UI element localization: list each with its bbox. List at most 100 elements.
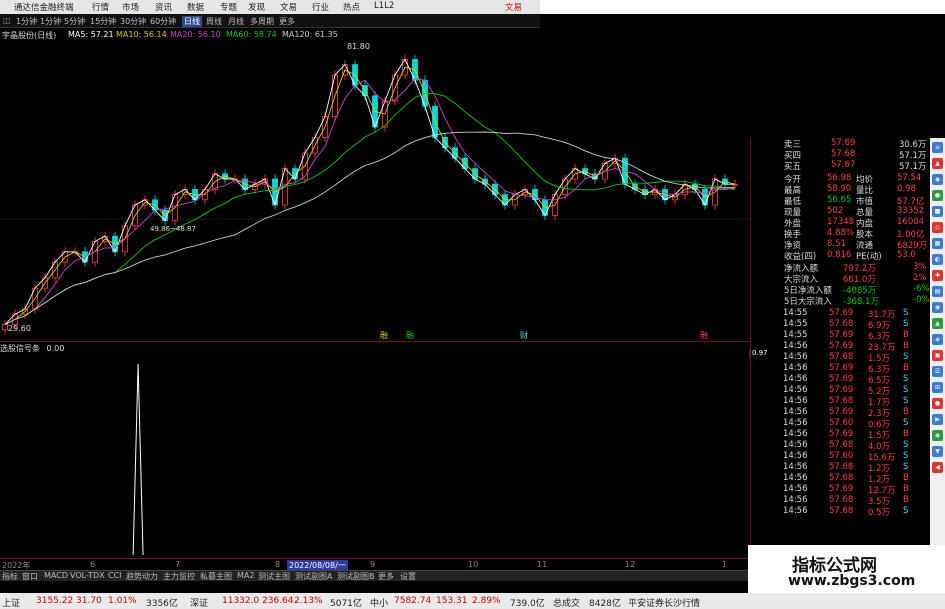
tool-icon[interactable]: ◈ [932, 334, 943, 345]
menu-item-5[interactable]: 发现 [248, 1, 265, 13]
flow-pct: 2% [913, 273, 927, 283]
tool-icon[interactable]: ■ [932, 206, 943, 217]
tool-icon[interactable]: ● [932, 190, 943, 201]
index-zx-amt: 739.0亿 [510, 599, 545, 609]
tool-icon[interactable]: ◇ [932, 222, 943, 233]
tick-price: 57.68 [829, 440, 854, 450]
tool-icon[interactable]: ● [932, 398, 943, 409]
tab-cci[interactable]: CCI [108, 571, 122, 580]
menu-item-4[interactable]: 专题 [220, 1, 237, 13]
signal-indicator-chart[interactable]: 0.900.800.700.600.500.400.300.200.10 [0, 341, 750, 561]
tool-icon[interactable]: ▤ [932, 286, 943, 297]
tick-price: 57.68 [829, 319, 854, 329]
tool-icon[interactable]: ◆ [932, 174, 943, 185]
chart-type-icon[interactable]: ◫ [3, 16, 11, 25]
menu-item-8[interactable]: 热点 [343, 1, 360, 13]
period-1min[interactable]: 1分钟 [16, 16, 37, 27]
tick-row: 14:56 57.69 6.5万 S [751, 374, 931, 386]
tab-test-main[interactable]: 测试主图 [258, 571, 290, 582]
index-sh-label[interactable]: 上证 [2, 596, 20, 609]
flow-row: 5日净流入额 -4085万 -6% [751, 284, 931, 296]
tab-window[interactable]: 窗口 [22, 571, 38, 582]
stat-row: 净资 8.51 流通 6829万 [751, 239, 931, 251]
tick-row: 14:56 57.69 6.3万 B [751, 363, 931, 375]
menu-item-0[interactable]: 行情 [92, 1, 109, 13]
index-sz-pct: 2.13% [294, 596, 323, 606]
tab-test-b[interactable]: 测试副图B [337, 571, 375, 582]
tab-macd[interactable]: MACD [44, 571, 68, 580]
tick-side: S [903, 418, 909, 428]
period-month[interactable]: 月线 [228, 16, 244, 27]
tool-icon[interactable]: ◉ [932, 302, 943, 313]
tab-ma2[interactable]: MA2 [237, 571, 254, 580]
period-week[interactable]: 周线 [206, 16, 222, 27]
tick-time: 14:55 [783, 319, 808, 329]
kline-chart[interactable]: 融融财融 60.0055.0050.0045.0040.0035.0030.00… [0, 41, 750, 341]
tick-time: 14:56 [783, 462, 808, 472]
period-multi[interactable]: 多周期 [250, 16, 274, 27]
menu-item-7[interactable]: 行业 [312, 1, 329, 13]
menu-item-1[interactable]: 市场 [122, 1, 139, 13]
period-1min-b[interactable]: 1分钟 [40, 16, 61, 27]
tab-main-monitor[interactable]: 主力监控 [163, 571, 195, 582]
date-label: 12 [625, 560, 636, 569]
event-marker[interactable]: 融 [700, 330, 708, 340]
tool-icon[interactable]: ▲ [932, 318, 943, 329]
tick-row: 14:55 57.69 31.7万 S [751, 308, 931, 320]
tool-icon[interactable]: ◐ [932, 254, 943, 265]
ma-line [4, 66, 736, 325]
tick-price: 57.69 [829, 374, 854, 384]
tool-icon[interactable]: ☰ [932, 366, 943, 377]
event-marker[interactable]: 财 [520, 330, 528, 340]
period-5min[interactable]: 5分钟 [64, 16, 85, 27]
signal-spike [132, 363, 144, 556]
menu-item-6[interactable]: 文易 [280, 1, 297, 13]
menu-item-2[interactable]: 资讯 [155, 1, 172, 13]
period-60min[interactable]: 60分钟 [150, 16, 176, 27]
period-30min[interactable]: 30分钟 [120, 16, 146, 27]
menu-item-9[interactable]: L1L2 [374, 1, 394, 11]
tab-settings[interactable]: 设置 [400, 571, 416, 582]
tool-icon[interactable]: ▲ [932, 158, 943, 169]
tick-time: 14:56 [783, 407, 808, 417]
tick-row: 14:56 57.68 4.0万 S [751, 440, 931, 452]
tick-row: 14:56 57.68 1.2万 B [751, 473, 931, 485]
tick-price: 57.68 [829, 352, 854, 362]
tab-trend[interactable]: 趋势动力 [126, 571, 158, 582]
tool-icon[interactable]: ◀ [932, 462, 943, 473]
tab-indicator[interactable]: 指标 [2, 571, 18, 582]
date-label: 9 [370, 560, 376, 569]
tool-icon[interactable]: ▣ [932, 350, 943, 361]
index-sz-label[interactable]: 深证 [190, 596, 208, 609]
tick-price: 57.69 [829, 363, 854, 373]
tab-more[interactable]: 更多 [378, 571, 394, 582]
tab-vol[interactable]: VOL-TDX [70, 571, 105, 580]
tool-icon[interactable]: ◆ [932, 430, 943, 441]
tool-icon[interactable]: ≡ [932, 142, 943, 153]
period-15min[interactable]: 15分钟 [90, 16, 116, 27]
tick-time: 14:56 [783, 418, 808, 428]
stat-value: 53.0 [897, 250, 916, 260]
tick-price: 57.68 [829, 462, 854, 472]
tick-row: 14:55 57.68 6.9万 S [751, 319, 931, 331]
stat-value: 502 [827, 206, 844, 216]
tick-side: S [903, 385, 909, 395]
index-zx-label[interactable]: 中小 [370, 596, 388, 609]
orderbook-row: 买五 57.67 57.1万 [751, 160, 931, 172]
menu-item-3[interactable]: 数据 [187, 1, 204, 13]
mid-annotation: 49.86~48.87 [150, 225, 196, 233]
tool-icon[interactable]: ▶ [932, 414, 943, 425]
period-more[interactable]: 更多 [279, 16, 295, 27]
period-day[interactable]: 日线 [182, 16, 202, 27]
tool-icon[interactable]: ⊞ [932, 382, 943, 393]
tool-icon[interactable]: ✚ [932, 270, 943, 281]
tick-price: 57.69 [829, 484, 854, 494]
tab-test-a[interactable]: 测试副图A [295, 571, 332, 582]
tool-icon[interactable]: ▦ [932, 238, 943, 249]
tool-icon[interactable]: ▼ [932, 446, 943, 457]
tab-private[interactable]: 私募主图 [200, 571, 232, 582]
event-marker[interactable]: 融 [406, 330, 414, 340]
event-marker[interactable]: 融 [380, 330, 388, 340]
index-zx-value: 7582.74 [394, 596, 432, 606]
tick-time: 14:55 [783, 308, 808, 318]
